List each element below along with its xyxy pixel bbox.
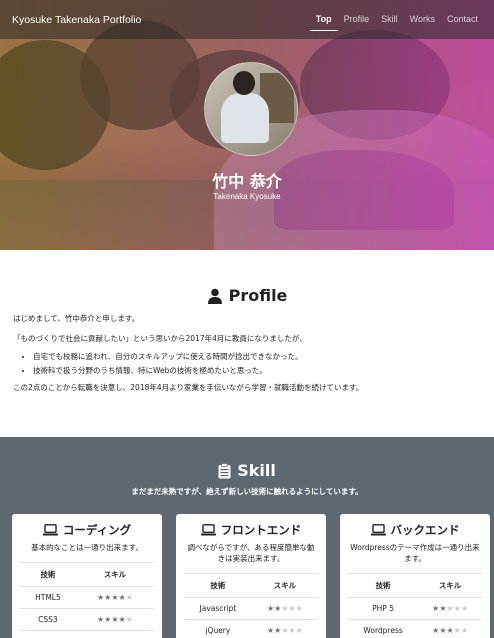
table-row: PHP 5 ★★★★★ [348,597,482,620]
skill-heading: Skill [0,461,494,480]
laptop-icon [370,524,386,536]
card-description: Wordpressのテーマ作成は一通り出来ます。 [350,543,480,563]
star-icon: ★ [460,625,468,635]
table-row: jQuery ★★★★★ [184,619,318,638]
profile-heading: Profile [0,286,494,305]
star-icon: ★ [288,625,296,635]
star-icon: ★ [111,592,119,602]
star-rating: ★★★★★ [418,597,482,620]
nav-link-skill[interactable]: Skill [375,8,404,31]
laptop-icon [42,524,58,536]
nav-link-profile[interactable]: Profile [338,8,376,31]
hero-name-english: Takenaka Kyosuke [213,192,281,201]
star-icon: ★ [118,592,126,602]
table-header: スキル [418,572,482,598]
skill-table: 技術 スキル HTML5 ★★★★★ CSS3 ★★★★★ [20,561,154,631]
skill-section: Skill まだまだ未熟ですが、絶えず新しい技術に触れるようにしています。 コー… [0,437,494,638]
table-header-row: 技術 スキル [20,561,154,587]
hero-name: 竹中 恭介 [212,172,282,191]
navbar-brand[interactable]: Kyosuke Takenaka Portfolio [12,14,141,26]
profile-paragraph: はじめまして、竹中恭介と申します。 [13,314,140,323]
star-icon: ★ [125,592,133,602]
skill-table: 技術 スキル Javascript ★★★★★ jQuery ★★★★★ [184,572,318,638]
nav-link-contact[interactable]: Contact [441,8,484,31]
table-header: スキル [75,561,154,587]
card-description: 調べながらですが、ある程度簡単な動きは実装出来ます。 [187,543,315,563]
skill-table: 技術 スキル PHP 5 ★★★★★ Wordpress ★★★★★ [348,572,482,638]
skill-title: Skill [237,461,276,480]
star-rating: ★★★★★ [75,608,154,631]
star-icon: ★ [111,614,119,624]
card-title: フロントエンド [176,522,326,538]
laptop-icon [200,524,216,536]
star-rating: ★★★★★ [251,619,318,638]
profile-title: Profile [228,286,288,305]
avatar [204,62,298,156]
card-title: コーディング [12,522,162,538]
card-title-text: コーディング [62,523,132,537]
skill-subtitle: まだまだ未熟ですが、絶えず新しい技術に触れるようにしています。 [131,487,363,496]
star-icon: ★ [295,625,303,635]
table-row: CSS3 ★★★★★ [20,608,154,631]
star-icon: ★ [295,603,303,613]
star-icon: ★ [446,625,454,635]
star-icon: ★ [453,625,461,635]
star-rating: ★★★★★ [251,597,318,620]
nav-links: Top Profile Skill Works Contact [309,8,484,31]
table-header: 技術 [20,561,76,587]
star-icon: ★ [118,614,126,624]
nav-link-works[interactable]: Works [404,8,441,31]
list-item: 技術科で扱う分野のうち情報、特にWebの技術を極めたいと思った。 [33,365,481,376]
star-icon: ★ [125,614,133,624]
table-row: Javascript ★★★★★ [184,597,318,620]
navbar: Kyosuke Takenaka Portfolio Top Profile S… [0,0,494,39]
skill-card-coding: コーディング 基本的なことは一通り出来ます。 技術 スキル HTML5 ★★★★… [12,514,162,638]
star-icon: ★ [460,603,468,613]
skill-cards: コーディング 基本的なことは一通り出来ます。 技術 スキル HTML5 ★★★★… [12,514,490,638]
clipboard-icon [218,462,231,478]
nav-link-top[interactable]: Top [309,8,338,31]
card-title-text: フロントエンド [220,523,302,537]
profile-section: Profile はじめまして、竹中恭介と申します。 「ものづくりで社会に貢献した… [0,250,494,437]
user-icon [207,288,222,304]
table-header: 技術 [348,572,419,598]
table-row: Wordpress ★★★★★ [348,619,482,638]
card-description: 基本的なことは一通り出来ます。 [31,543,143,552]
profile-list: 自宅でも校務に追われ、自分のスキルアップに使える時間が捻出できなかった。 技術科… [33,351,481,377]
list-item: 自宅でも校務に追われ、自分のスキルアップに使える時間が捻出できなかった。 [33,351,481,362]
card-title: バックエンド [340,522,490,538]
star-icon: ★ [453,603,461,613]
tech-name: jQuery [184,619,252,638]
table-header-row: 技術 スキル [348,572,482,598]
avatar-head [233,71,255,95]
skill-card-backend: バックエンド Wordpressのテーマ作成は一通り出来ます。 技術 スキル P… [340,514,490,638]
star-icon: ★ [446,603,454,613]
star-rating: ★★★★★ [418,619,482,638]
avatar-body [221,93,269,143]
tech-name: Wordpress [348,619,419,638]
card-title-text: バックエンド [390,523,460,537]
tech-name: Javascript [184,597,252,620]
table-header-row: 技術 スキル [184,572,318,598]
tech-name: PHP 5 [348,597,419,620]
star-icon: ★ [288,603,296,613]
table-row: HTML5 ★★★★★ [20,586,154,609]
profile-paragraph: 「ものづくりで社会に貢献したい」という思いから2017年4月に教員になりましたが… [13,334,307,344]
table-header: スキル [251,572,318,598]
skill-card-frontend: フロントエンド 調べながらですが、ある程度簡単な動きは実装出来ます。 技術 スキ… [176,514,326,638]
profile-body: はじめまして、竹中恭介と申します。 「ものづくりで社会に貢献したい」という思いか… [0,313,494,393]
profile-paragraph: この2点のことから転職を決意し、2018年4月より家業を手伝いながら学習・就職活… [13,383,364,392]
tech-name: CSS3 [20,608,76,631]
table-header: 技術 [184,572,252,598]
star-rating: ★★★★★ [75,586,154,609]
tech-name: HTML5 [20,586,76,609]
